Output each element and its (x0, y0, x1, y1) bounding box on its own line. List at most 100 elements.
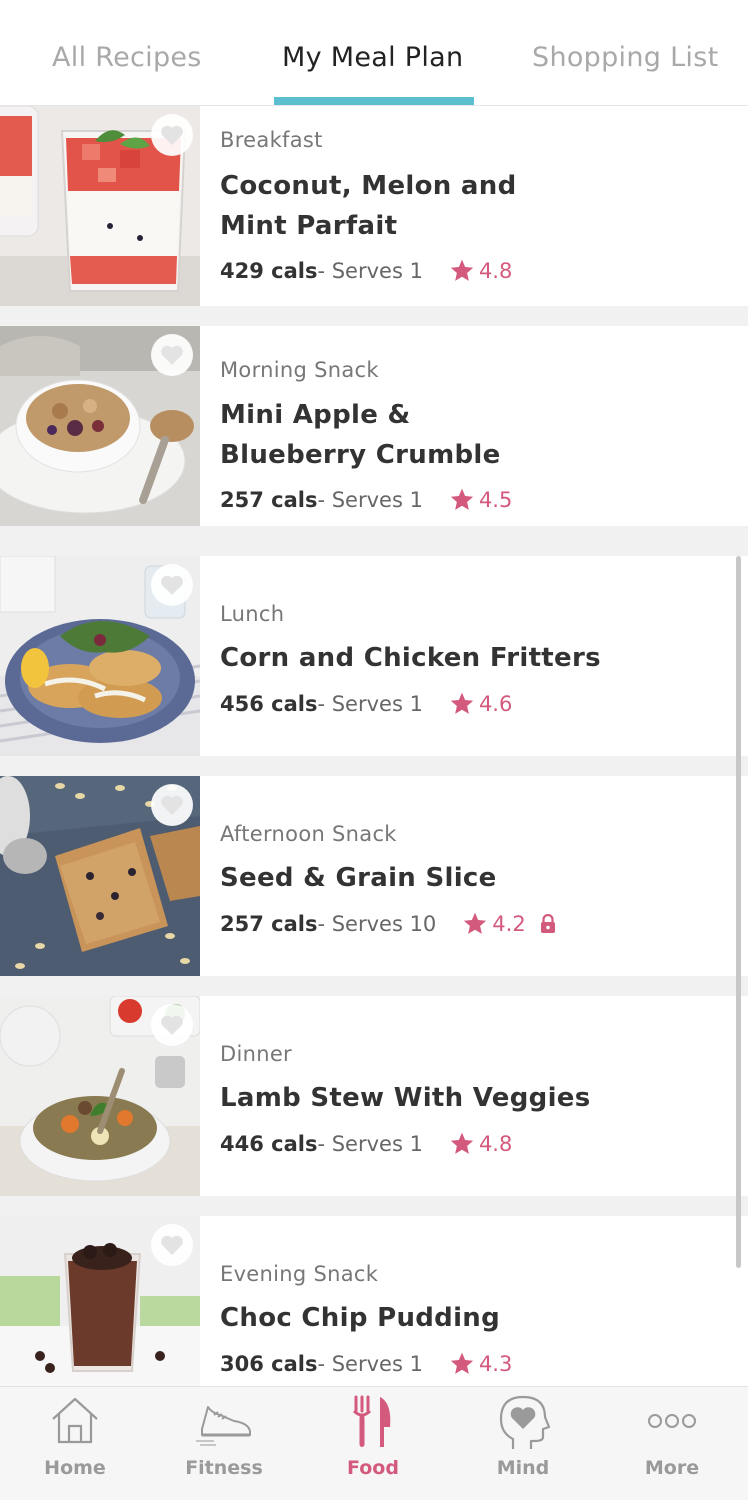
nav-fitness[interactable]: Fitness (149, 1387, 299, 1500)
fork-knife-icon (352, 1395, 391, 1447)
active-tab-indicator (274, 97, 474, 105)
meal-type-label: Afternoon Snack (220, 822, 397, 846)
calories: 429 cals (220, 258, 318, 283)
rating: 4.5 (449, 487, 512, 512)
recipe-meta: 257 cals - Serves 10 4.2 (220, 911, 560, 936)
recipe-info: Afternoon Snack Seed & Grain Slice 257 c… (220, 776, 732, 976)
recipe-info: Lunch Corn and Chicken Fritters 456 cals… (220, 556, 732, 756)
heart-icon (161, 125, 183, 145)
serves: - Serves 1 (317, 1351, 423, 1376)
heart-icon (161, 345, 183, 365)
serves: - Serves 1 (317, 258, 423, 283)
scrollbar[interactable] (736, 556, 741, 1268)
nav-fitness-label: Fitness (185, 1457, 263, 1479)
recipe-card-morning-snack[interactable]: Morning Snack Mini Apple & Blueberry Cru… (0, 326, 748, 526)
favorite-button[interactable] (151, 784, 193, 826)
calories: 306 cals (220, 1351, 318, 1376)
heart-icon (161, 575, 183, 595)
recipe-card-evening-snack[interactable]: Evening Snack Choc Chip Pudding 306 cals… (0, 1216, 748, 1386)
recipe-title-line-1: Choc Chip Pudding (220, 1303, 501, 1333)
recipe-title-line-2: Blueberry Crumble (220, 440, 501, 470)
nav-more-label: More (644, 1457, 700, 1479)
serves: - Serves 10 (317, 911, 437, 936)
favorite-button[interactable] (151, 1224, 193, 1266)
heart-icon (161, 795, 183, 815)
top-tab-bar: All Recipes My Meal Plan Shopping List (0, 0, 748, 106)
star-icon (450, 1132, 474, 1154)
bottom-nav: Home Fitness Food Mind More (0, 1386, 748, 1500)
recipe-title-line-1: Mini Apple & (220, 400, 411, 430)
recipe-meta: 257 cals - Serves 1 4.5 (220, 487, 512, 512)
recipe-info: Breakfast Coconut, Melon and Mint Parfai… (220, 106, 732, 306)
meal-type-label: Evening Snack (220, 1262, 379, 1286)
recipe-title-line-1: Seed & Grain Slice (220, 863, 497, 893)
recipe-card-afternoon-snack[interactable]: Afternoon Snack Seed & Grain Slice 257 c… (0, 776, 748, 976)
recipe-image-fritters (0, 556, 200, 756)
rating: 4.8 (449, 1131, 512, 1156)
recipe-meta: 429 cals - Serves 1 4.8 (220, 258, 512, 283)
serves: - Serves 1 (317, 691, 423, 716)
more-dots-icon (648, 1414, 696, 1428)
favorite-button[interactable] (151, 114, 193, 156)
favorite-button[interactable] (151, 334, 193, 376)
star-icon (450, 1352, 474, 1374)
recipe-title-line-2: Mint Parfait (220, 211, 398, 241)
recipe-title-line-1: Corn and Chicken Fritters (220, 643, 601, 673)
nav-more[interactable]: More (597, 1387, 747, 1500)
calories: 446 cals (220, 1131, 318, 1156)
head-heart-icon (499, 1395, 551, 1449)
recipe-card-dinner[interactable]: Dinner Lamb Stew With Veggies 446 cals -… (0, 996, 748, 1196)
recipe-title-line-1: Coconut, Melon and (220, 171, 517, 201)
calories: 257 cals (220, 487, 318, 512)
rating: 4.2 (462, 911, 559, 936)
rating: 4.8 (449, 258, 512, 283)
tab-my-meal-plan[interactable]: My Meal Plan (282, 42, 463, 73)
rating-value: 4.6 (478, 691, 513, 716)
recipe-meta: 446 cals - Serves 1 4.8 (220, 1131, 512, 1156)
rating-value: 4.2 (492, 911, 526, 936)
rating-value: 4.3 (478, 1351, 513, 1376)
sneaker-icon (196, 1406, 251, 1446)
recipe-meta: 306 cals - Serves 1 4.3 (220, 1351, 512, 1376)
lock-icon (540, 913, 560, 934)
rating-value: 4.8 (478, 258, 513, 283)
nav-home[interactable]: Home (0, 1387, 150, 1500)
recipe-image-seed-slice (0, 776, 200, 976)
star-icon (450, 692, 474, 714)
recipe-info: Morning Snack Mini Apple & Blueberry Cru… (220, 326, 732, 526)
nav-mind[interactable]: Mind (448, 1387, 598, 1500)
favorite-button[interactable] (151, 564, 193, 606)
tab-all-recipes[interactable]: All Recipes (52, 42, 202, 73)
rating-value: 4.8 (478, 1131, 513, 1156)
heart-icon (161, 1015, 183, 1035)
meal-type-label: Breakfast (220, 128, 323, 152)
meal-type-label: Lunch (220, 602, 285, 626)
home-icon (52, 1397, 98, 1444)
nav-food[interactable]: Food (298, 1387, 448, 1500)
rating: 4.3 (449, 1351, 512, 1376)
tab-shopping-list[interactable]: Shopping List (532, 42, 718, 73)
recipe-image-lamb-stew (0, 996, 200, 1196)
heart-icon (161, 1235, 183, 1255)
nav-food-label: Food (347, 1457, 399, 1479)
serves: - Serves 1 (317, 487, 423, 512)
calories: 456 cals (220, 691, 318, 716)
rating: 4.6 (449, 691, 512, 716)
star-icon (450, 488, 474, 510)
recipe-info: Dinner Lamb Stew With Veggies 446 cals -… (220, 996, 732, 1196)
recipe-image-parfait (0, 106, 200, 306)
recipe-card-breakfast[interactable]: Breakfast Coconut, Melon and Mint Parfai… (0, 106, 748, 306)
meal-type-label: Morning Snack (220, 358, 379, 382)
recipe-meta: 456 cals - Serves 1 4.6 (220, 691, 512, 716)
favorite-button[interactable] (151, 1004, 193, 1046)
recipe-image-crumble (0, 326, 200, 526)
star-icon (450, 259, 474, 281)
meal-type-label: Dinner (220, 1042, 292, 1066)
nav-home-label: Home (44, 1457, 106, 1479)
recipe-image-choc-pudding (0, 1216, 200, 1386)
rating-value: 4.5 (478, 487, 513, 512)
recipe-title-line-1: Lamb Stew With Veggies (220, 1083, 591, 1113)
calories: 257 cals (220, 911, 318, 936)
recipe-card-lunch[interactable]: Lunch Corn and Chicken Fritters 456 cals… (0, 556, 748, 756)
star-icon (464, 912, 487, 934)
